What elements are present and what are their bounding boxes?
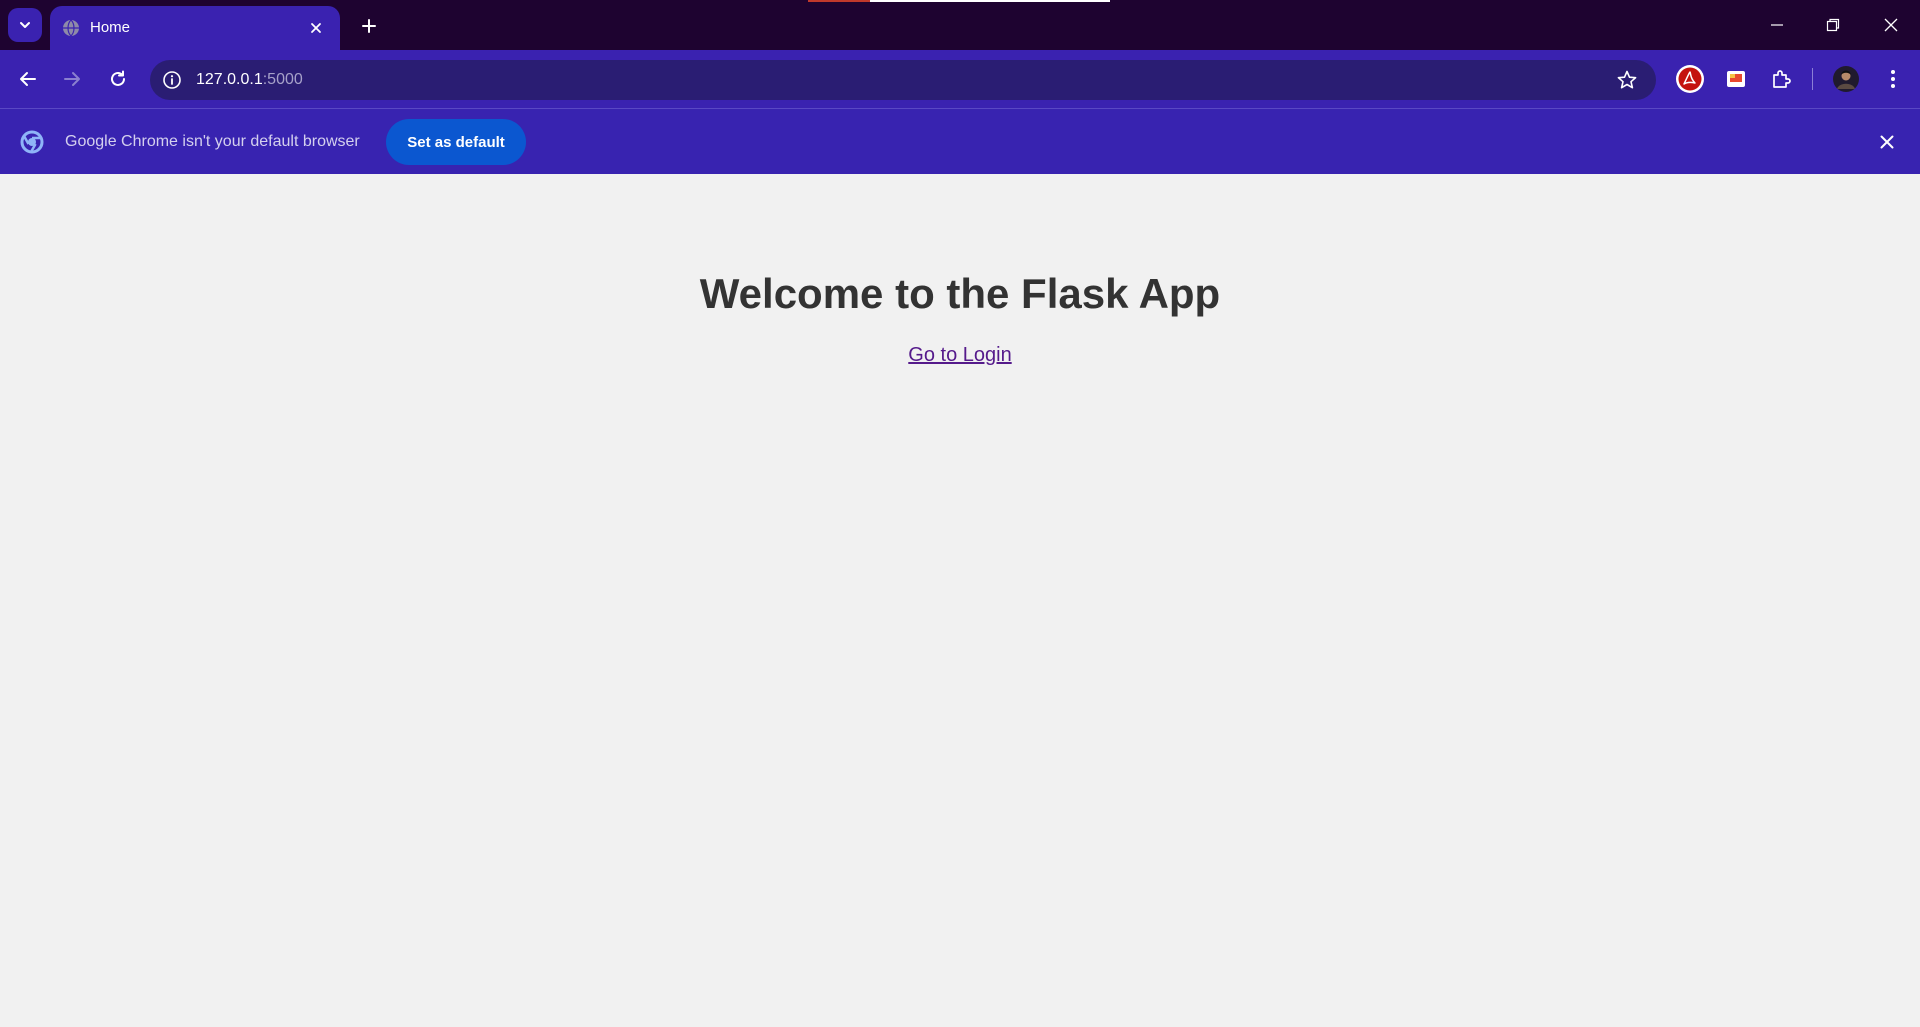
tab-title: Home (90, 19, 131, 36)
tab-home[interactable]: Home (50, 6, 340, 50)
restore-button[interactable] (1818, 10, 1848, 40)
profile-avatar[interactable] (1831, 64, 1861, 94)
loading-bar-accent (808, 0, 870, 2)
adobe-acrobat-extension-icon[interactable] (1675, 64, 1705, 94)
go-to-login-link[interactable]: Go to Login (908, 344, 1011, 366)
back-arrow-icon (20, 72, 36, 86)
minimize-button[interactable] (1762, 10, 1792, 40)
restore-icon (1826, 18, 1840, 32)
site-info-icon[interactable] (162, 70, 182, 95)
tab-close-icon[interactable] (306, 18, 326, 38)
url-text[interactable]: 127.0.0.1:5000 (196, 71, 303, 89)
minimize-icon (1771, 24, 1783, 26)
forward-button[interactable] (56, 63, 88, 95)
chevron-down-icon (20, 22, 30, 28)
infobar-close-icon[interactable] (1876, 131, 1898, 153)
login-link-wrapper: Go to Login (0, 344, 1920, 367)
browser-menu-button[interactable] (1878, 64, 1908, 94)
address-bar[interactable]: 127.0.0.1:5000 (150, 60, 1656, 100)
tab-search-button[interactable] (8, 8, 42, 42)
flag-extension-icon[interactable] (1721, 64, 1751, 94)
tab-strip: Home (0, 0, 1920, 50)
page-heading: Welcome to the Flask App (699, 270, 1221, 317)
reload-icon (111, 70, 125, 86)
new-tab-button[interactable] (355, 12, 383, 40)
set-as-default-button[interactable]: Set as default (386, 119, 526, 165)
back-button[interactable] (12, 63, 44, 95)
extensions-puzzle-icon[interactable] (1766, 64, 1796, 94)
url-port: :5000 (262, 71, 303, 88)
reload-button[interactable] (102, 63, 134, 95)
globe-icon (62, 19, 80, 42)
forward-arrow-icon (64, 72, 80, 86)
plus-icon (362, 19, 376, 33)
toolbar-separator (1812, 68, 1813, 90)
close-window-button[interactable] (1876, 10, 1906, 40)
default-browser-infobar: Google Chrome isn't your default browser… (0, 108, 1920, 174)
url-host: 127.0.0.1 (196, 71, 263, 88)
more-vertical-icon (1891, 70, 1895, 88)
bookmark-star-icon[interactable] (1616, 69, 1638, 96)
infobar-message: Google Chrome isn't your default browser (65, 133, 360, 150)
chrome-logo-icon (20, 130, 44, 159)
browser-toolbar: 127.0.0.1:5000 (0, 50, 1920, 108)
close-icon (1884, 18, 1898, 32)
page-content: Welcome to the Flask App Go to Login (0, 174, 1920, 1027)
